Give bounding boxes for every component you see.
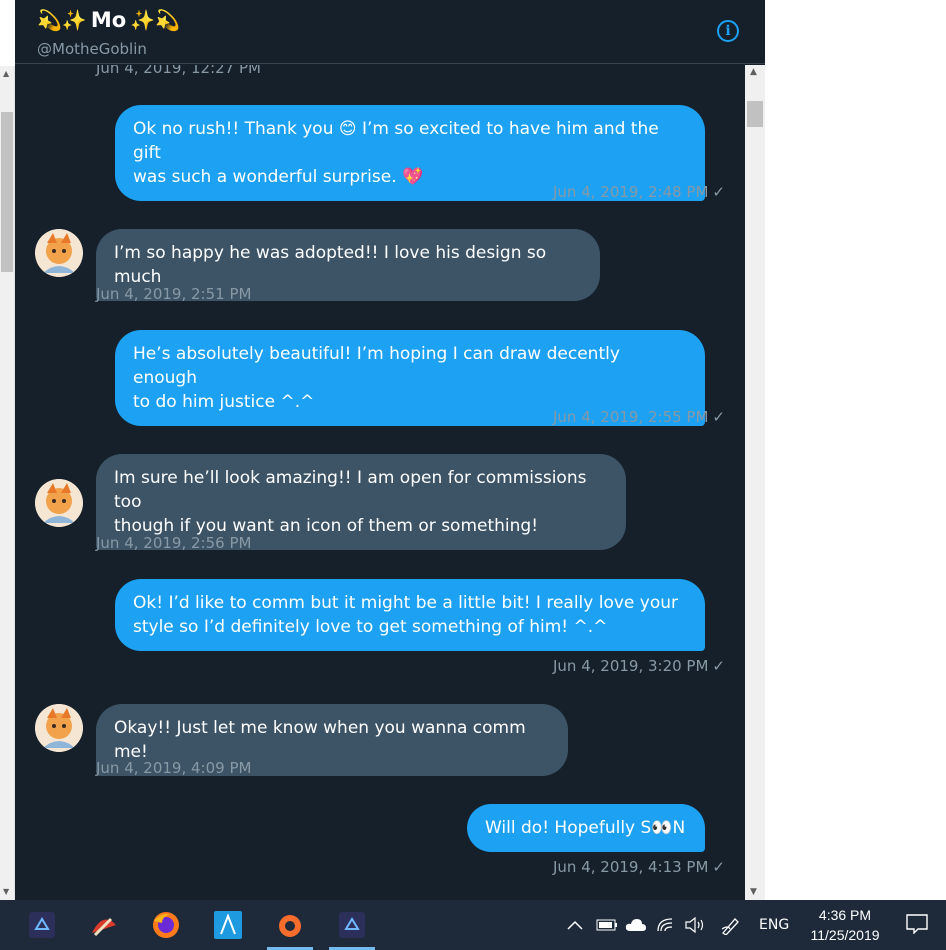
message-timestamp: Jun 4, 2019, 4:09 PM <box>96 759 252 777</box>
message-timestamp: Jun 4, 2019, 2:48 PM ✓ <box>552 183 725 201</box>
message-text-line: Im sure he’ll look amazing!! I am open f… <box>114 468 587 512</box>
scroll-up-arrow-icon[interactable]: ▲ <box>3 69 9 78</box>
language-label: ENG <box>759 917 790 933</box>
affinity-designer-icon[interactable] <box>203 900 253 950</box>
scroll-down-arrow-icon[interactable]: ▼ <box>3 887 9 896</box>
chat-scrollbar-thumb[interactable] <box>747 101 763 127</box>
read-check-icon: ✓ <box>712 858 725 876</box>
message-text-line: style so I’d definitely love to get some… <box>133 617 608 637</box>
contact-avatar[interactable] <box>35 704 83 752</box>
window-edge <box>0 0 15 66</box>
message-list[interactable]: Jun 4, 2019, 12:27 PM Ok no rush!! Thank… <box>15 65 745 900</box>
affinity-photo-icon[interactable] <box>17 900 67 950</box>
clock-date: 11/25/2019 <box>810 927 880 943</box>
conversation-header: 💫✨ Mo ✨💫 @MotheGoblin i <box>15 0 765 64</box>
wifi-icon[interactable] <box>656 900 676 950</box>
paint-tool-icon[interactable] <box>79 900 129 950</box>
message-timestamp: Jun 4, 2019, 3:20 PM ✓ <box>552 657 725 675</box>
message-text-line: Okay!! Just let me know when you wanna c… <box>114 718 526 762</box>
onedrive-cloud-icon[interactable] <box>625 900 647 950</box>
message-timestamp: Jun 4, 2019, 2:55 PM ✓ <box>552 408 725 426</box>
input-language-indicator[interactable]: ENG <box>759 900 789 950</box>
sent-message-bubble[interactable]: Ok! I’d like to comm but it might be a l… <box>115 579 705 651</box>
volume-icon[interactable] <box>684 900 706 950</box>
action-center-icon[interactable] <box>906 914 928 935</box>
contact-name: Mo <box>90 8 127 32</box>
message-text-line: I’m so happy he was adopted!! I love his… <box>114 243 547 287</box>
taskbar-clock[interactable]: 4:36 PM 11/25/2019 <box>800 905 890 945</box>
sent-message-bubble[interactable]: Will do! Hopefully S👀N <box>467 804 705 852</box>
contact-avatar[interactable] <box>35 229 83 277</box>
show-hidden-icons-chevron-icon[interactable] <box>566 900 584 950</box>
sparkle-emoji-right: ✨💫 <box>130 8 180 32</box>
affinity-photo-icon-2[interactable] <box>327 900 377 950</box>
contact-avatar[interactable] <box>35 479 83 527</box>
contact-name-row[interactable]: 💫✨ Mo ✨💫 <box>37 5 180 35</box>
outer-scrollbar-thumb[interactable] <box>1 112 13 272</box>
message-timestamp: Jun 4, 2019, 4:13 PM ✓ <box>552 858 725 876</box>
message-text-line: Will do! Hopefully S👀N <box>485 818 686 838</box>
read-check-icon: ✓ <box>712 408 725 426</box>
outer-scrollbar[interactable]: ▲ ▼ <box>0 66 15 900</box>
contact-handle: @MotheGoblin <box>37 40 147 58</box>
message-text-line: Ok! I’d like to comm but it might be a l… <box>133 593 679 613</box>
clock-time: 4:36 PM <box>818 907 872 923</box>
message-text-line: He’s absolutely beautiful! I’m hoping I … <box>133 344 620 388</box>
battery-icon[interactable] <box>596 900 618 950</box>
scroll-down-arrow-icon[interactable]: ▼ <box>750 887 757 897</box>
sparkle-emoji-left: 💫✨ <box>37 8 87 32</box>
pen-workspace-icon[interactable] <box>720 900 742 950</box>
dm-conversation-panel: 💫✨ Mo ✨💫 @MotheGoblin i Jun 4, 2019, 12:… <box>15 0 765 900</box>
origin-icon[interactable] <box>265 900 315 950</box>
scroll-up-arrow-icon[interactable]: ▲ <box>750 67 757 77</box>
message-timestamp: Jun 4, 2019, 2:51 PM <box>96 285 252 303</box>
windows-taskbar: ENG 4:36 PM 11/25/2019 <box>0 900 946 950</box>
chat-scrollbar[interactable]: ▲ ▼ <box>745 65 765 900</box>
firefox-icon[interactable] <box>141 900 191 950</box>
info-icon[interactable]: i <box>717 20 739 42</box>
read-check-icon: ✓ <box>712 657 725 675</box>
message-text-line: Ok no rush!! Thank you 😊 I’m so excited … <box>133 119 659 163</box>
blank-area <box>765 0 946 900</box>
read-check-icon: ✓ <box>712 183 725 201</box>
message-timestamp: Jun 4, 2019, 12:27 PM <box>96 65 261 77</box>
message-timestamp: Jun 4, 2019, 2:56 PM <box>96 534 252 552</box>
